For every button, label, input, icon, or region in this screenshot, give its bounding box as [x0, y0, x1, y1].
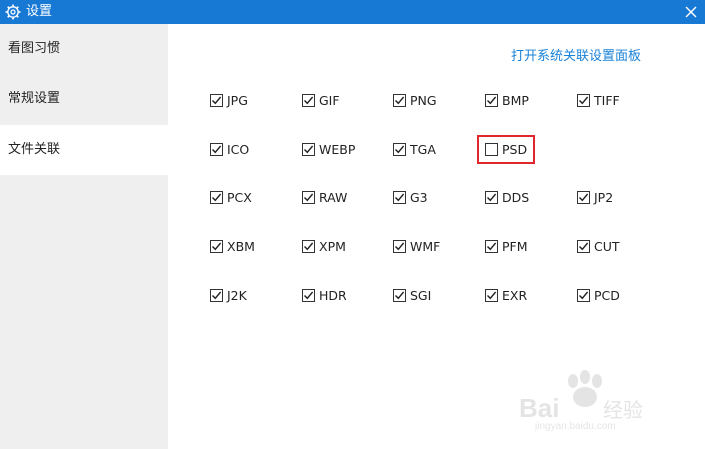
checkbox-tga[interactable]: TGA	[393, 140, 436, 158]
title-bar: 设置	[0, 0, 705, 24]
checkbox-checked-icon[interactable]	[485, 190, 498, 204]
checkbox-checked-icon[interactable]	[302, 288, 315, 302]
open-system-association-link[interactable]: 打开系统关联设置面板	[511, 45, 641, 64]
checkbox-checked-icon[interactable]	[302, 190, 315, 204]
checkbox-label: XBM	[227, 238, 255, 254]
checkbox-checked-icon[interactable]	[210, 239, 223, 253]
checkbox-checked-icon[interactable]	[302, 142, 315, 156]
checkbox-checked-icon[interactable]	[393, 142, 406, 156]
checkbox-checked-icon[interactable]	[577, 93, 590, 107]
svg-text:经验: 经验	[603, 398, 643, 422]
checkbox-pfm[interactable]: PFM	[485, 237, 528, 255]
checkbox-png[interactable]: PNG	[393, 91, 437, 109]
checkbox-checked-icon[interactable]	[210, 288, 223, 302]
checkbox-bmp[interactable]: BMP	[485, 91, 529, 109]
checkbox-checked-icon[interactable]	[485, 288, 498, 302]
checkbox-label: XPM	[319, 238, 346, 254]
checkbox-label: EXR	[502, 287, 528, 303]
checkbox-pcd[interactable]: PCD	[577, 286, 620, 304]
checkbox-label: JP2	[594, 189, 614, 205]
checkbox-checked-icon[interactable]	[485, 239, 498, 253]
checkbox-label: SGI	[410, 287, 432, 303]
checkbox-checked-icon[interactable]	[210, 142, 223, 156]
checkbox-jp2[interactable]: JP2	[577, 188, 613, 206]
checkbox-raw[interactable]: RAW	[302, 188, 347, 206]
settings-gear-icon	[5, 4, 21, 20]
checkbox-label: PCX	[227, 189, 252, 205]
checkbox-label: PNG	[410, 92, 437, 108]
sidebar-item-label: 文件关联	[8, 142, 61, 157]
checkbox-checked-icon[interactable]	[577, 190, 590, 204]
checkbox-checked-icon[interactable]	[393, 93, 406, 107]
checkbox-hdr[interactable]: HDR	[302, 286, 347, 304]
checkbox-wmf[interactable]: WMF	[393, 237, 440, 255]
checkbox-checked-icon[interactable]	[393, 190, 406, 204]
checkbox-label: RAW	[319, 189, 348, 205]
checkbox-xbm[interactable]: XBM	[210, 237, 255, 255]
checkbox-label: PCD	[594, 287, 620, 303]
sidebar-item-label: 常规设置	[8, 91, 61, 106]
checkbox-checked-icon[interactable]	[577, 288, 590, 302]
checkbox-label: PFM	[502, 238, 528, 254]
checkbox-gif[interactable]: GIF	[302, 91, 340, 109]
checkbox-pcx[interactable]: PCX	[210, 188, 252, 206]
checkbox-label: CUT	[594, 238, 620, 254]
checkbox-label: WMF	[410, 238, 441, 254]
svg-text:Bai: Bai	[519, 393, 559, 423]
checkbox-label: BMP	[502, 92, 529, 108]
checkbox-jpg[interactable]: JPG	[210, 91, 248, 109]
checkbox-checked-icon[interactable]	[210, 93, 223, 107]
checkbox-xpm[interactable]: XPM	[302, 237, 346, 255]
svg-text:jingyan.baidu.com: jingyan.baidu.com	[534, 421, 616, 431]
checkbox-label: HDR	[319, 287, 347, 303]
sidebar: 看图习惯 常规设置 文件关联	[0, 24, 168, 449]
window-title: 设置	[26, 4, 53, 19]
checkbox-checked-icon[interactable]	[302, 93, 315, 107]
checkbox-checked-icon[interactable]	[577, 239, 590, 253]
checkbox-dds[interactable]: DDS	[485, 188, 529, 206]
checkbox-sgi[interactable]: SGI	[393, 286, 431, 304]
sidebar-item-file-association[interactable]: 文件关联	[0, 125, 168, 175]
close-icon[interactable]	[681, 2, 701, 22]
checkbox-label: GIF	[319, 92, 340, 108]
checkbox-ico[interactable]: ICO	[210, 140, 249, 158]
checkbox-exr[interactable]: EXR	[485, 286, 527, 304]
checkbox-label: JPG	[227, 92, 248, 108]
checkbox-webp[interactable]: WEBP	[302, 140, 355, 158]
sidebar-item-label: 看图习惯	[8, 41, 61, 56]
checkbox-label: TGA	[410, 141, 436, 157]
checkbox-checked-icon[interactable]	[393, 288, 406, 302]
checkbox-cut[interactable]: CUT	[577, 237, 620, 255]
checkbox-label: J2K	[227, 287, 247, 303]
baidu-jingyan-watermark: Bai 经验 jingyan.baidu.com	[515, 369, 665, 432]
sidebar-item-viewing-habits[interactable]: 看图习惯	[0, 24, 168, 74]
checkbox-label: DDS	[502, 189, 530, 205]
checkbox-j2k[interactable]: J2K	[210, 286, 247, 304]
checkbox-label: WEBP	[319, 141, 356, 157]
checkbox-tiff[interactable]: TIFF	[577, 91, 620, 109]
checkbox-checked-icon[interactable]	[393, 239, 406, 253]
sidebar-item-general-settings[interactable]: 常规设置	[0, 74, 168, 124]
checkbox-checked-icon[interactable]	[210, 190, 223, 204]
checkbox-g3[interactable]: G3	[393, 188, 428, 206]
checkbox-label: TIFF	[594, 92, 620, 108]
checkbox-label: G3	[410, 189, 428, 205]
checkbox-checked-icon[interactable]	[485, 93, 498, 107]
checkbox-checked-icon[interactable]	[302, 239, 315, 253]
checkbox-label: ICO	[227, 141, 250, 157]
psd-highlight-box	[477, 135, 535, 164]
